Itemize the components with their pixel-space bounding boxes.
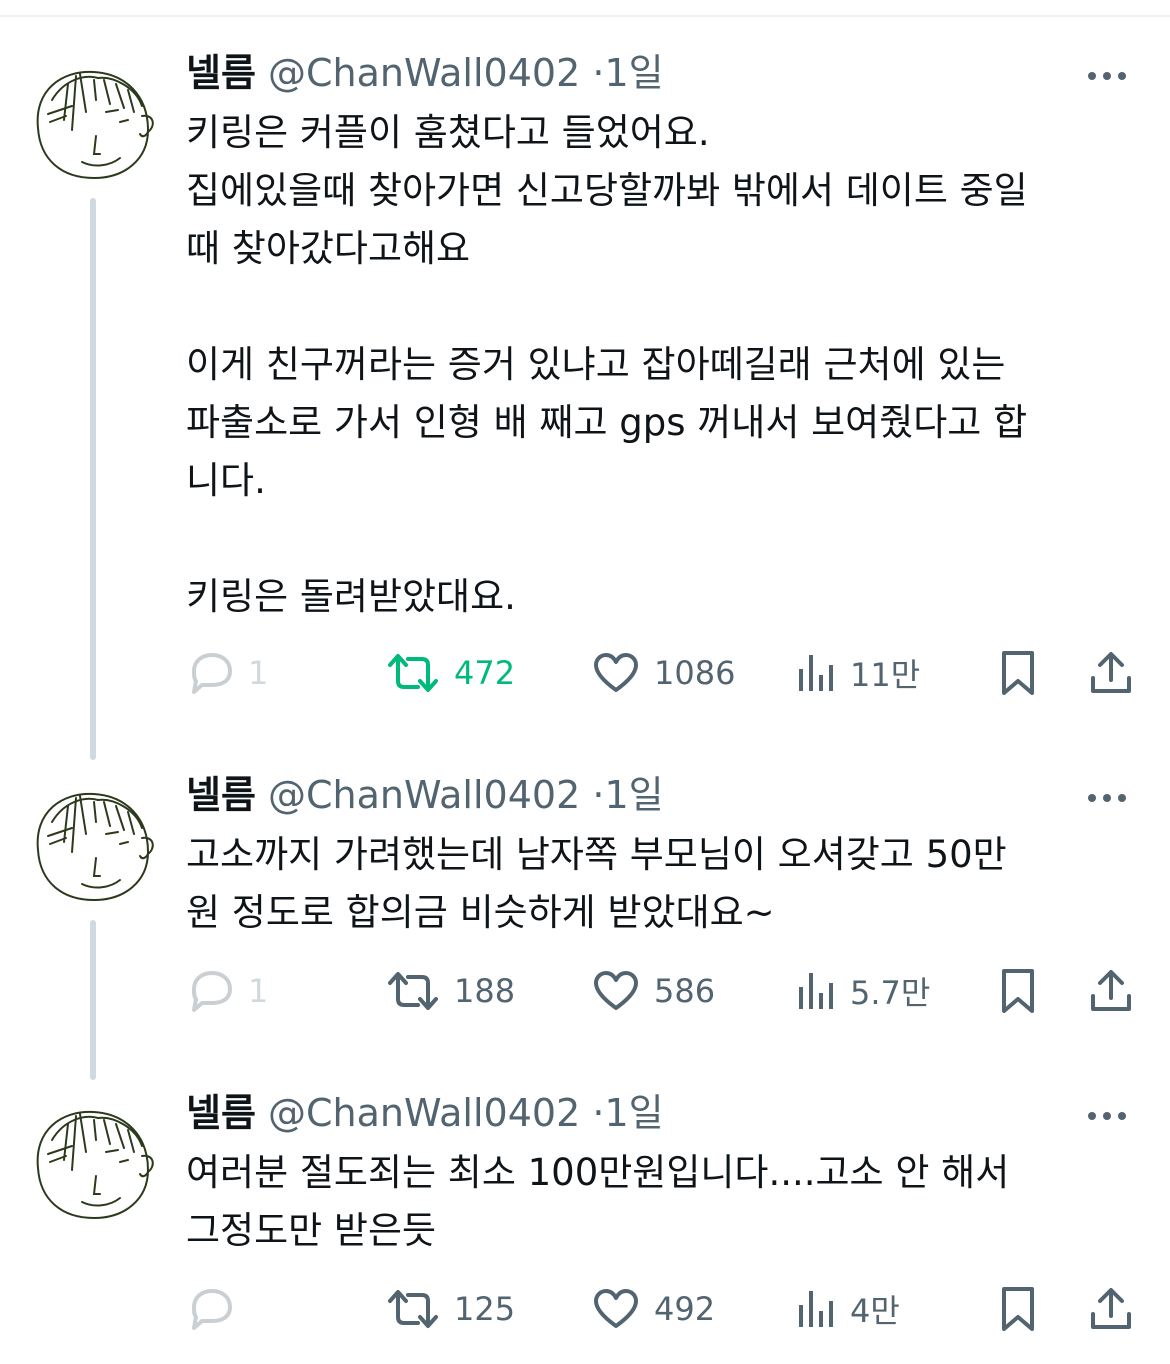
more-icon[interactable]	[1088, 787, 1134, 802]
separator: ·	[592, 51, 605, 95]
timestamp[interactable]: 1일	[604, 1091, 663, 1135]
like-icon	[594, 971, 638, 1010]
reply-icon	[192, 1289, 232, 1330]
bookmark-icon	[1002, 1287, 1034, 1331]
reply-count: 1	[248, 972, 269, 1010]
avatar-sketch-image	[36, 70, 154, 180]
timestamp[interactable]: 1일	[604, 51, 663, 95]
avatar[interactable]	[24, 772, 160, 908]
reply-icon	[192, 971, 232, 1012]
tweet-text: 여러분 절도죄는 최소 100만원입니다....고소 안 해서 그정도만 받은듯	[186, 1151, 1010, 1252]
bookmark-button[interactable]	[998, 648, 1038, 698]
reply-count: 1	[248, 654, 269, 692]
retweet-icon	[388, 1290, 438, 1328]
like-count: 1086	[654, 654, 736, 692]
tweet-header: 넬름 @ChanWall0402 ·1일	[186, 772, 664, 818]
retweet-button[interactable]: 125	[386, 1284, 515, 1334]
views-count: 4만	[850, 1292, 900, 1330]
tweet-text: 고소까지 가려했는데 남자쪽 부모님이 오셔갖고 50만 원 정도로 합의금 비…	[186, 833, 1007, 934]
handle[interactable]: @ChanWall0402	[268, 773, 580, 817]
tweet-text: 키링은 커플이 훔쳤다고 들었어요. 집에있을때 찾아가면 신고당할까봐 밖에서…	[186, 111, 1028, 618]
tweet-2[interactable]: 넬름 @ChanWall0402 ·1일 고소까지 가려했는데 남자쪽 부모님이…	[0, 762, 1170, 1080]
reply-button[interactable]	[186, 1284, 248, 1334]
bookmark-icon	[1002, 651, 1034, 695]
views-count: 11만	[850, 656, 921, 694]
like-count: 586	[654, 972, 716, 1010]
reply-button[interactable]: 1	[186, 966, 268, 1016]
avatar-sketch-image	[36, 1110, 154, 1220]
retweet-button[interactable]: 472	[386, 648, 515, 698]
retweet-count: 188	[454, 972, 516, 1010]
like-count: 492	[654, 1290, 716, 1328]
views-button[interactable]: 5.7만	[796, 966, 930, 1016]
retweet-count: 125	[454, 1290, 516, 1328]
share-button[interactable]	[1088, 648, 1134, 698]
like-button[interactable]: 586	[592, 966, 715, 1016]
timestamp[interactable]: 1일	[604, 773, 663, 817]
share-button[interactable]	[1088, 1284, 1134, 1334]
separator: ·	[592, 1091, 605, 1135]
tweet-header: 넬름 @ChanWall0402 ·1일	[186, 1090, 664, 1136]
tweet-3[interactable]: 넬름 @ChanWall0402 ·1일 여러분 절도죄는 최소 100만원입니…	[0, 1080, 1170, 1364]
action-bar: 1 188 586 5.7만	[186, 966, 1146, 1016]
bookmark-icon	[1002, 969, 1034, 1013]
avatar[interactable]	[24, 1090, 160, 1226]
share-button[interactable]	[1088, 966, 1134, 1016]
like-button[interactable]: 1086	[592, 648, 735, 698]
reply-button[interactable]: 1	[186, 648, 268, 698]
tweet-1[interactable]: 넬름 @ChanWall0402 ·1일 키링은 커플이 훔쳤다고 들었어요. …	[0, 40, 1170, 760]
share-icon	[1091, 970, 1131, 1011]
share-icon	[1091, 652, 1131, 693]
display-name[interactable]: 넬름	[186, 51, 256, 95]
separator: ·	[592, 773, 605, 817]
like-icon	[594, 1289, 638, 1328]
action-bar: 1 472 1086 11만	[186, 648, 1146, 698]
retweet-icon	[388, 972, 438, 1010]
handle[interactable]: @ChanWall0402	[268, 51, 580, 95]
action-bar: 125 492 4만	[186, 1284, 1146, 1334]
views-icon	[799, 655, 833, 691]
like-button[interactable]: 492	[592, 1284, 715, 1334]
retweet-button[interactable]: 188	[386, 966, 515, 1016]
views-icon	[799, 973, 833, 1009]
views-icon	[799, 1291, 833, 1327]
display-name[interactable]: 넬름	[186, 773, 256, 817]
avatar[interactable]	[24, 50, 160, 186]
display-name[interactable]: 넬름	[186, 1091, 256, 1135]
views-button[interactable]: 11만	[796, 648, 920, 698]
views-button[interactable]: 4만	[796, 1284, 900, 1334]
thread-line	[90, 920, 96, 1080]
handle[interactable]: @ChanWall0402	[268, 1091, 580, 1135]
more-icon[interactable]	[1088, 1105, 1134, 1120]
more-icon[interactable]	[1088, 65, 1134, 80]
views-count: 5.7만	[850, 974, 931, 1012]
avatar-sketch-image	[36, 792, 154, 902]
retweet-count: 472	[454, 654, 516, 692]
top-divider	[0, 15, 1170, 17]
share-icon	[1091, 1288, 1131, 1329]
tweet-header: 넬름 @ChanWall0402 ·1일	[186, 50, 664, 96]
like-icon	[594, 653, 638, 692]
retweet-icon	[388, 654, 438, 692]
reply-icon	[192, 653, 232, 694]
thread-line	[90, 198, 96, 760]
bookmark-button[interactable]	[998, 1284, 1038, 1334]
bookmark-button[interactable]	[998, 966, 1038, 1016]
